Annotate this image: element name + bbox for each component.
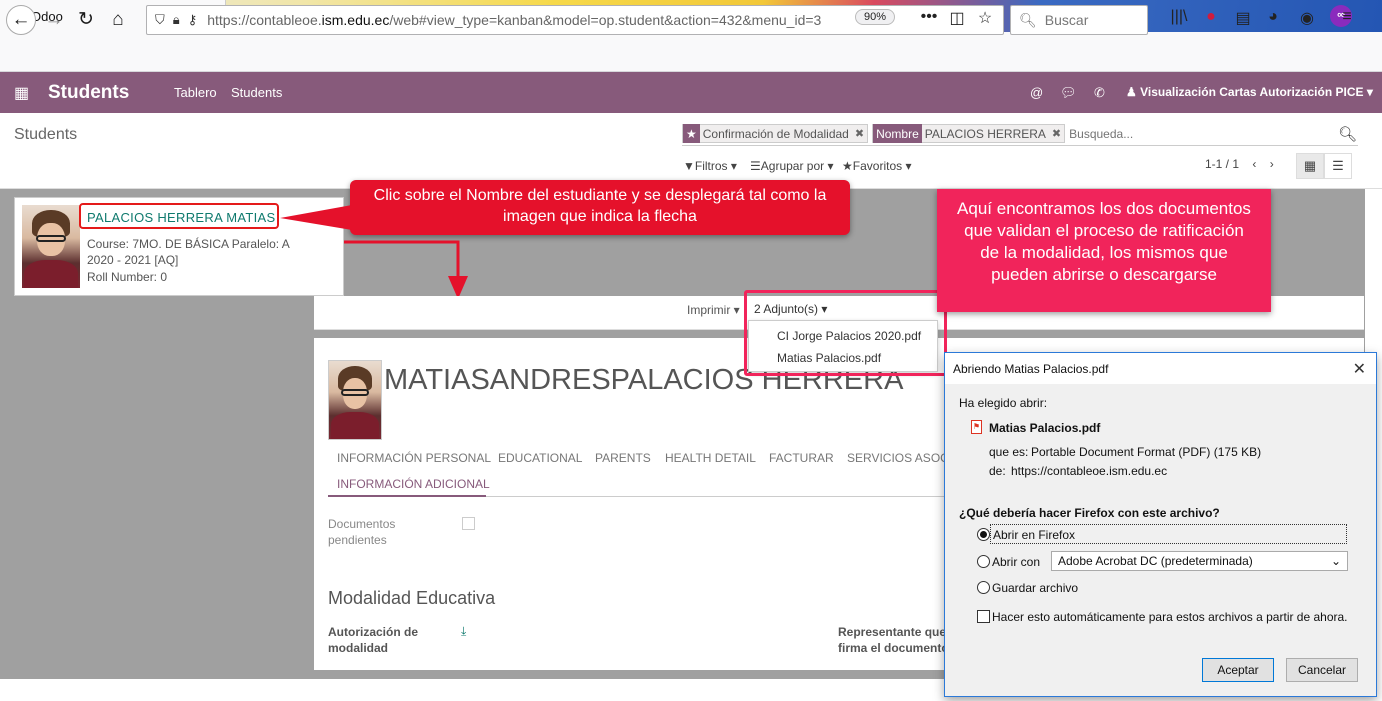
dialog-from-label: de: — [989, 464, 1006, 478]
rep-label-2: firma el documento — [838, 641, 949, 655]
callout-documents: Aquí encontramos los dos documentos que … — [937, 189, 1271, 312]
print-button[interactable]: Imprimir ▾ — [687, 303, 740, 317]
reload-icon[interactable]: ↻ — [72, 6, 100, 34]
student-course: Course: 7MO. DE BÁSICA Paralelo: A — [87, 237, 290, 251]
auth-label-2: modalidad — [328, 641, 389, 655]
dialog-file-name: Matias Palacios.pdf — [989, 421, 1101, 435]
section-title: Modalidad Educativa — [328, 588, 496, 608]
browser-nav-bar — [0, 32, 1382, 72]
url-text: https://contableoe.ism.edu.ec/web#view_t… — [207, 12, 822, 28]
label-open-firefox[interactable]: Abrir en Firefox — [990, 524, 1347, 544]
highlight-name-box — [79, 203, 279, 229]
chat-icon[interactable]: 💬︎ — [1060, 85, 1077, 101]
docs-label-1: Documentos — [328, 517, 396, 531]
odoo-main-bar: ▦ Students Tablero Students @ 💬︎ ✆ ♟ Vis… — [0, 72, 1382, 113]
highlight-attachments-box — [744, 290, 947, 376]
download-icon[interactable]: ⤓ — [461, 624, 466, 639]
favorites-button[interactable]: ★Favoritos ▾ — [842, 159, 911, 173]
key-icon: ⚷ — [187, 12, 198, 27]
search-icon[interactable]: 🔍︎ — [1338, 125, 1357, 143]
tab-parents[interactable]: PARENTS — [595, 451, 651, 465]
student-photo-large — [328, 360, 382, 440]
close-icon[interactable]: ✕ — [1353, 359, 1366, 379]
close-icon[interactable]: ✖ — [1049, 127, 1064, 140]
apps-grid-icon[interactable]: ▦ — [14, 83, 29, 103]
list-view-button[interactable]: ☰ — [1324, 153, 1352, 179]
pager[interactable]: 1-1 / 1 ‹ › — [1205, 157, 1274, 171]
menu-tablero[interactable]: Tablero — [174, 85, 217, 100]
tab-facturar[interactable]: FACTURAR — [769, 451, 834, 465]
tab-health-detail[interactable]: HEALTH DETAIL — [665, 451, 756, 465]
lock-icon: 🔒︎ — [172, 12, 180, 27]
dialog-title: Abriendo Matias Palacios.pdf — [945, 353, 1376, 384]
control-panel: Students ★ Confirmación de Modalidad ✖ N… — [0, 113, 1382, 189]
menu-students[interactable]: Students — [231, 85, 282, 100]
zoom-level[interactable]: 90% — [855, 9, 896, 25]
student-roll: Roll Number: 0 — [87, 270, 168, 284]
student-photo — [22, 205, 80, 288]
reader-icon[interactable]: ▤ — [1232, 8, 1254, 28]
at-icon[interactable]: @ — [1030, 85, 1043, 100]
tab-educational[interactable]: EDUCATIONAL — [498, 451, 582, 465]
phone-icon[interactable]: ✆ — [1094, 85, 1105, 101]
more-icon[interactable]: ••• — [918, 8, 940, 26]
browser-search[interactable]: 🔍︎ Buscar — [1010, 5, 1148, 35]
filter-icon: ▼ — [683, 159, 695, 173]
active-tab-indicator — [328, 495, 486, 497]
app-title: Students — [48, 82, 130, 103]
label-save[interactable]: Guardar archivo — [992, 581, 1078, 595]
extension2-icon[interactable]: ◕ — [1262, 8, 1284, 26]
auto-checkbox[interactable] — [977, 610, 990, 623]
filters-button[interactable]: ▼Filtros ▾ — [683, 159, 737, 173]
shield-icon: ⛉ — [155, 12, 165, 27]
user-menu[interactable]: ♟ Visualización Cartas Autorización PICE… — [1126, 85, 1373, 99]
star-icon: ★ — [842, 159, 853, 173]
back-icon[interactable]: ← — [6, 5, 36, 35]
label-open-with[interactable]: Abrir con — [992, 555, 1040, 569]
label-auto[interactable]: Hacer esto automáticamente para estos ar… — [992, 610, 1348, 624]
docs-pending-checkbox[interactable] — [462, 517, 475, 530]
search-icon: 🔍︎ — [1019, 11, 1037, 28]
tab-informacion-personal[interactable]: INFORMACIÓN PERSONAL — [337, 451, 491, 465]
search-box[interactable]: ★ Confirmación de Modalidad ✖ Nombre PAL… — [682, 122, 1358, 146]
star-icon: ★ — [683, 124, 700, 143]
search-facet-favorite[interactable]: ★ Confirmación de Modalidad ✖ — [682, 124, 869, 143]
home-icon[interactable]: ⌂ — [104, 6, 132, 34]
tab-servicios[interactable]: SERVICIOS ASOCI — [847, 451, 952, 465]
student-year: 2020 - 2021 [AQ] — [87, 253, 179, 267]
account-icon[interactable]: ◉ — [1296, 8, 1318, 28]
accept-button[interactable]: Aceptar — [1202, 658, 1274, 682]
kanban-view-button[interactable]: ▦ — [1296, 153, 1324, 179]
extension-icon[interactable]: ● — [1200, 8, 1222, 26]
menu-icon[interactable]: ≡ — [1336, 8, 1358, 26]
docs-label-2: pendientes — [328, 533, 387, 547]
dialog-type-label: que es: — [989, 445, 1029, 459]
tab-informacion-adicional[interactable]: INFORMACIÓN ADICIONAL — [337, 477, 490, 491]
search-input[interactable] — [1069, 126, 1330, 141]
dialog-type-value: Portable Document Format (PDF) (175 KB) — [1031, 445, 1262, 459]
close-icon[interactable]: ✖ — [852, 127, 867, 140]
pocket-icon[interactable]: ◫ — [946, 8, 968, 28]
dialog-from-value: https://contableoe.ism.edu.ec — [1011, 464, 1168, 478]
group-by-button[interactable]: ☰Agrupar por ▾ — [750, 159, 834, 173]
search-facet-name[interactable]: Nombre PALACIOS HERRERA ✖ — [872, 124, 1066, 143]
library-icon[interactable]: |||\ — [1168, 8, 1190, 26]
pdf-icon: ⚑ — [971, 420, 982, 434]
star-icon[interactable]: ☆ — [974, 8, 996, 28]
forward-icon[interactable]: → — [40, 6, 68, 34]
radio-open-firefox[interactable] — [977, 528, 990, 541]
chevron-down-icon: ⌄ — [1330, 554, 1341, 568]
app-select[interactable]: Adobe Acrobat DC (predeterminada) ⌄ — [1051, 551, 1348, 571]
rep-label-1: Representante que — [838, 625, 947, 639]
auth-label-1: Autorización de — [328, 625, 419, 639]
dialog-question: ¿Qué debería hacer Firefox con este arch… — [959, 506, 1220, 520]
open-file-dialog: Abriendo Matias Palacios.pdf ✕ Ha elegid… — [944, 352, 1377, 697]
radio-open-with[interactable] — [977, 555, 990, 568]
radio-save[interactable] — [977, 581, 990, 594]
dialog-chosen: Ha elegido abrir: — [959, 396, 1048, 410]
arrow-icon — [280, 205, 468, 299]
group-icon: ☰ — [750, 159, 761, 173]
cancel-button[interactable]: Cancelar — [1286, 658, 1358, 682]
breadcrumb[interactable]: Students — [14, 126, 77, 144]
